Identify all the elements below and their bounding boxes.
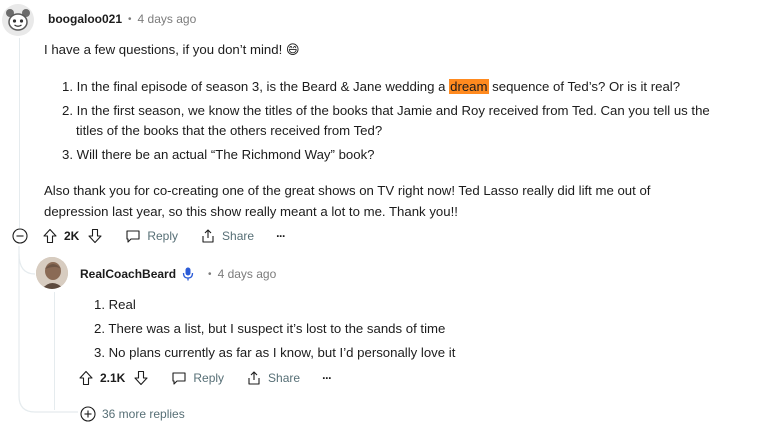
vote-count: 2.1K [100,371,126,385]
avatar[interactable] [36,257,68,289]
more-options-button[interactable]: ··· [276,229,286,243]
mic-icon [182,267,194,281]
comment-outro: Also thank you for co-creating one of th… [44,183,651,198]
comment-actions: 2K Reply Share ··· [12,228,286,244]
list-item: 1. Real [94,297,136,312]
reply-label: Reply [193,371,225,385]
reply-time[interactable]: 4 days ago [218,267,277,281]
upvote-icon[interactable] [78,370,94,386]
list-item-continued: titles of the books that the others rece… [76,123,383,138]
comment-outro: depression last year, so this show reall… [44,204,458,219]
user-photo-icon [36,257,68,289]
comment-bubble-icon [172,372,186,385]
share-button[interactable]: Share [246,370,300,386]
list-item: 3. Will there be an actual “The Richmond… [62,147,375,162]
thread-line [54,292,55,410]
more-options-button[interactable]: ··· [322,371,332,385]
expand-plus-icon [80,406,96,422]
separator: • [128,13,132,25]
avatar[interactable] [2,4,34,36]
comment-author[interactable]: boogaloo021 [48,12,122,26]
reply-author[interactable]: RealCoachBeard [80,267,176,281]
reply-meta: RealCoachBeard • 4 days ago [80,267,276,281]
share-icon [248,371,260,385]
comment-time[interactable]: 4 days ago [138,12,197,26]
snoo-avatar-icon [2,4,34,36]
vote-count: 2K [64,229,80,243]
reply-label: Reply [147,229,179,243]
collapse-icon[interactable] [12,228,28,244]
share-label: Share [222,229,255,243]
share-button[interactable]: Share [200,228,254,244]
comment-meta: boogaloo021 • 4 days ago [48,12,196,26]
upvote-icon[interactable] [42,228,58,244]
downvote-icon[interactable] [133,370,149,386]
list-item: 3. No plans currently as far as I know, … [94,345,456,360]
thread-line [19,38,20,228]
share-label: Share [268,371,301,385]
comment-intro: I have a few questions, if you don’t min… [44,42,300,57]
list-item: 2. There was a list, but I suspect it’s … [94,321,446,336]
highlighted-word: dream [449,79,489,94]
separator: • [208,268,212,280]
reply-actions: 2.1K Reply Share ··· [78,370,332,386]
list-item: 2. In the first season, we know the titl… [62,103,710,118]
more-replies-button[interactable]: 36 more replies [80,406,185,422]
reply-button[interactable]: Reply [125,228,178,244]
more-replies-label: 36 more replies [102,407,185,421]
comment-bubble-icon [126,230,140,243]
downvote-icon[interactable] [87,228,103,244]
list-item: 1. In the final episode of season 3, is … [62,79,681,94]
reply-button[interactable]: Reply [171,370,224,386]
share-icon [202,229,214,243]
